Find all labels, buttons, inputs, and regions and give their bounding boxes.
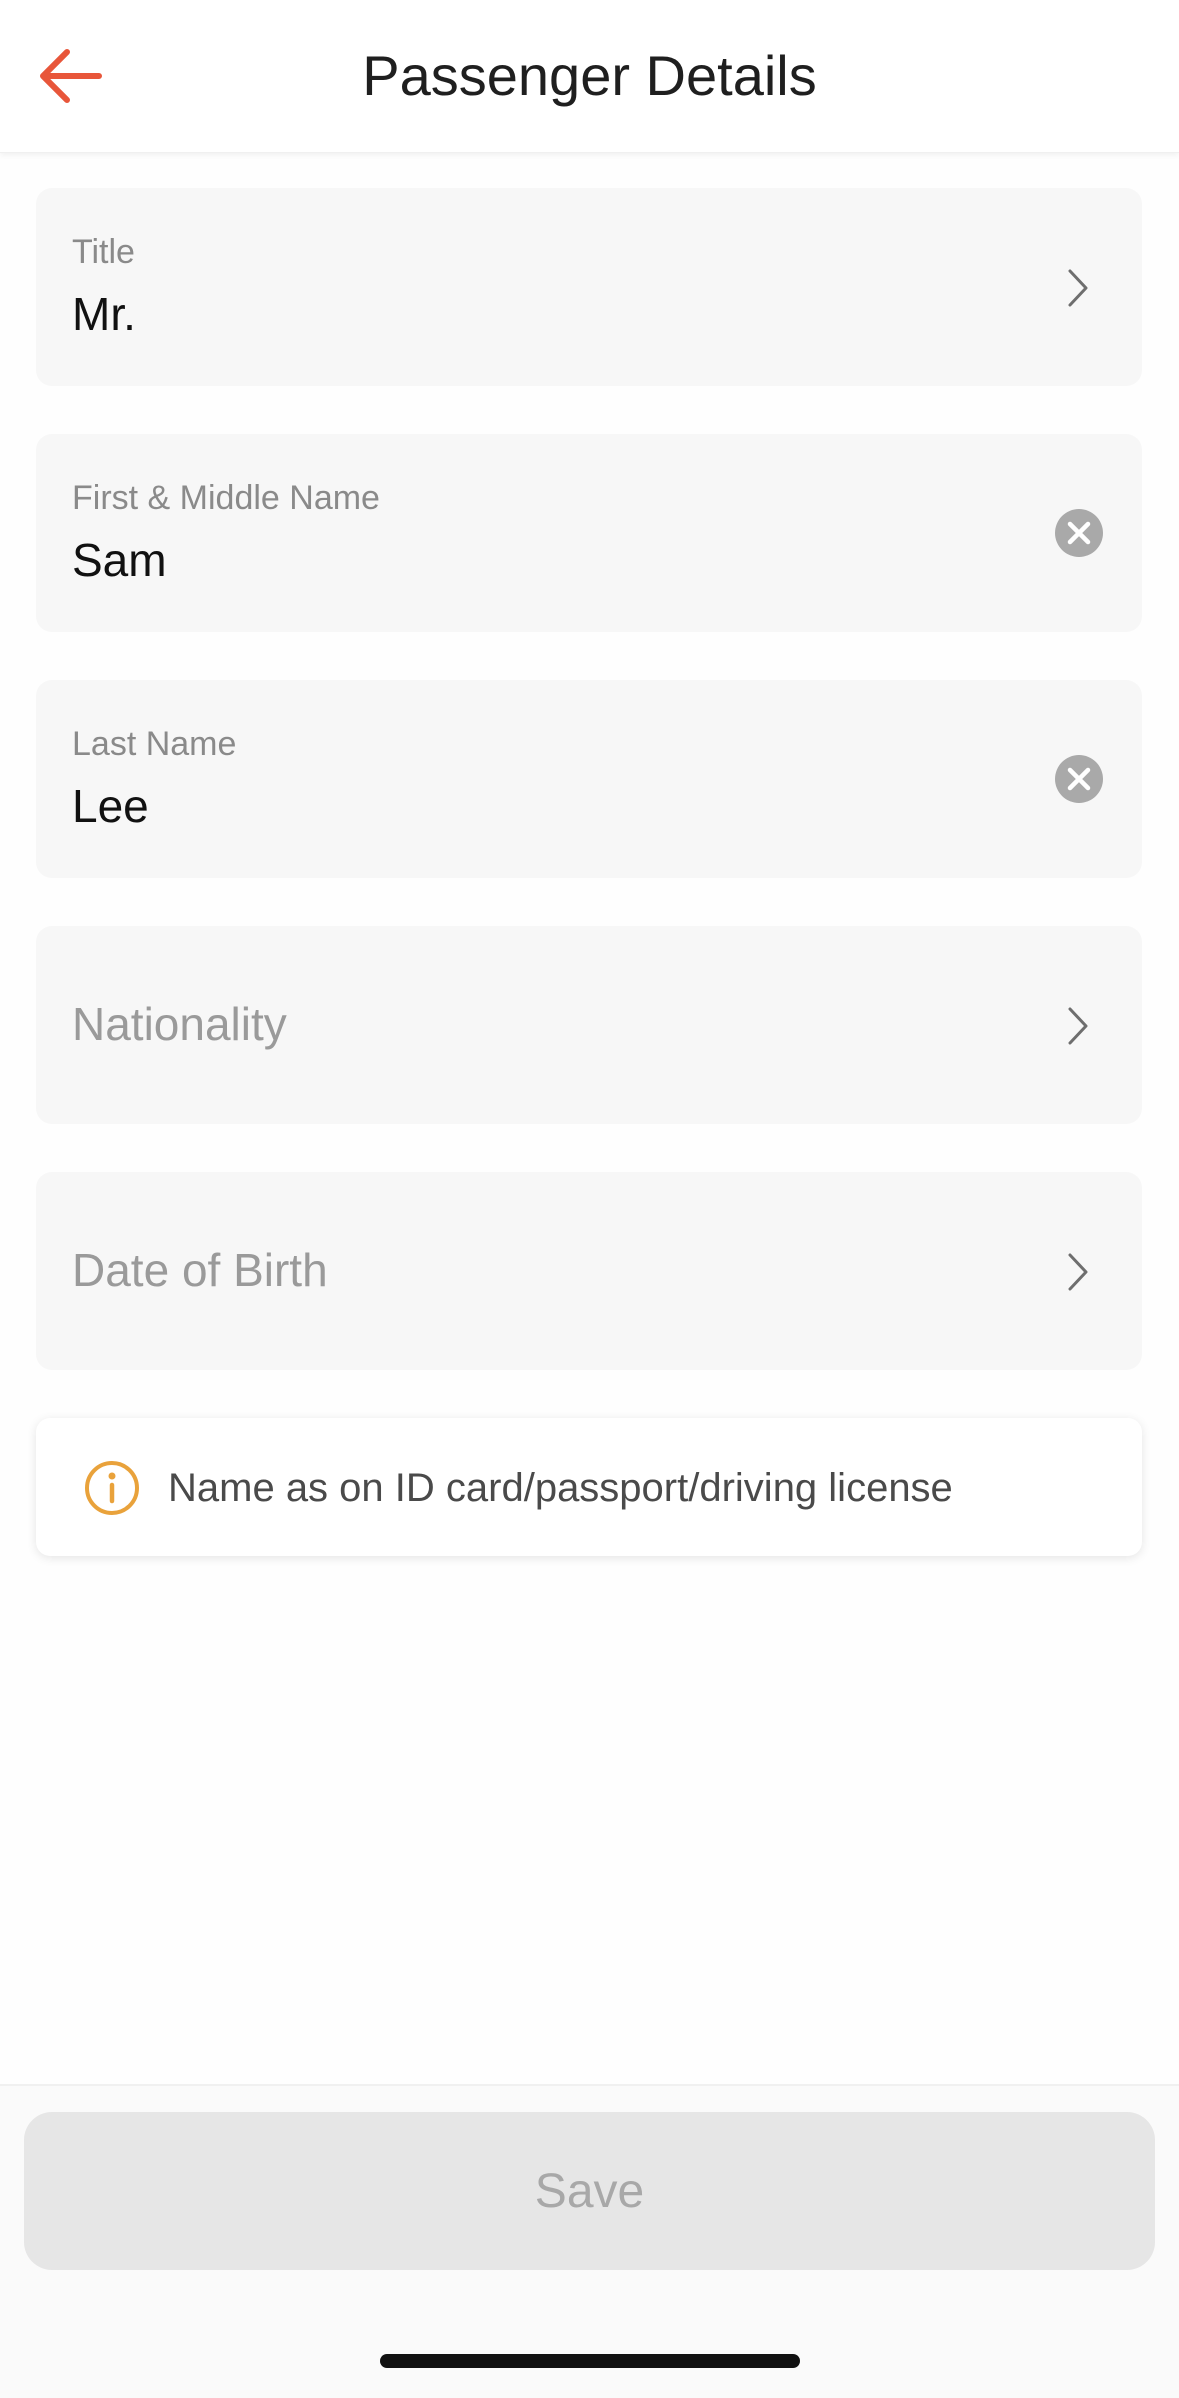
first-middle-name-value[interactable]: Sam bbox=[72, 532, 167, 588]
clear-first-name-button[interactable] bbox=[1054, 508, 1104, 558]
info-text: Name as on ID card/passport/driving lice… bbox=[168, 1466, 953, 1510]
first-middle-name-field[interactable]: First & Middle Name Sam bbox=[36, 434, 1142, 632]
nationality-placeholder: Nationality bbox=[72, 998, 287, 1050]
info-icon bbox=[85, 1461, 139, 1515]
save-button[interactable]: Save bbox=[24, 2112, 1155, 2270]
title-field[interactable]: Title Mr. bbox=[36, 188, 1142, 386]
last-name-label: Last Name bbox=[72, 725, 237, 763]
last-name-value[interactable]: Lee bbox=[72, 778, 149, 834]
nationality-field[interactable]: Nationality bbox=[36, 926, 1142, 1124]
last-name-field[interactable]: Last Name Lee bbox=[36, 680, 1142, 878]
chevron-right-icon bbox=[1048, 996, 1108, 1056]
title-field-label: Title bbox=[72, 233, 135, 271]
first-middle-name-label: First & Middle Name bbox=[72, 479, 380, 517]
app-header: Passenger Details bbox=[0, 0, 1179, 153]
clear-icon bbox=[1055, 509, 1103, 557]
date-of-birth-placeholder: Date of Birth bbox=[72, 1244, 328, 1296]
chevron-right-icon bbox=[1048, 1242, 1108, 1302]
home-indicator bbox=[380, 2354, 800, 2368]
footer-bar: Save bbox=[0, 2084, 1179, 2398]
date-of-birth-field[interactable]: Date of Birth bbox=[36, 1172, 1142, 1370]
chevron-right-icon bbox=[1048, 258, 1108, 318]
title-field-value: Mr. bbox=[72, 288, 136, 340]
clear-icon bbox=[1055, 755, 1103, 803]
clear-last-name-button[interactable] bbox=[1054, 754, 1104, 804]
page-title: Passenger Details bbox=[362, 44, 817, 107]
name-info-notice: Name as on ID card/passport/driving lice… bbox=[36, 1418, 1142, 1556]
